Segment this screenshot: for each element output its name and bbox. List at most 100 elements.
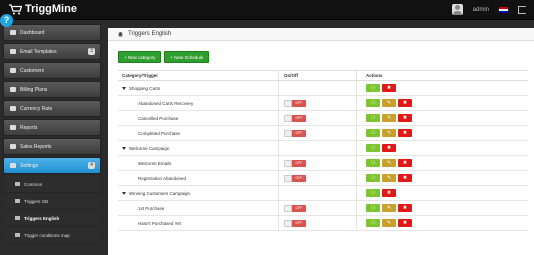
edit-icon[interactable]: ✎: [382, 159, 396, 167]
sidebar-item-reports[interactable]: Reports: [3, 119, 101, 136]
main-panel: Triggers English + New category + New Sc…: [108, 28, 534, 255]
toggle-label: OFF: [292, 129, 306, 137]
delete-icon[interactable]: ✖: [398, 219, 412, 227]
page-header: Triggers English: [108, 28, 534, 41]
add-icon[interactable]: ⚆: [366, 129, 380, 137]
row-label: Winning Customers Campaign: [129, 190, 191, 196]
on-off-toggle[interactable]: OFF: [284, 204, 306, 212]
cart-icon: [9, 3, 23, 15]
grid-icon: [10, 30, 16, 35]
toggle-label: OFF: [292, 114, 306, 122]
sidebar-subitem-label: Trigger conditions map: [24, 232, 70, 238]
category-row: Shopping Carts ⚆ ✖: [118, 81, 528, 96]
delete-icon[interactable]: ✖: [398, 204, 412, 212]
sidebar-item-label: Sales Reports: [20, 143, 52, 150]
app-logo[interactable]: TriggMine: [9, 3, 77, 15]
delete-icon[interactable]: ✖: [398, 159, 412, 167]
trigger-row: 1st Purchase OFF ⚆ ✎ ✖: [118, 201, 528, 216]
new-category-button[interactable]: + New category: [118, 51, 162, 63]
page-title: Triggers English: [128, 31, 172, 37]
delete-icon[interactable]: ✖: [398, 174, 412, 182]
chart-icon: [10, 144, 16, 149]
sidebar-item-billing-plans[interactable]: Billing Plans: [3, 81, 101, 98]
row-label: Welcome Campaign: [129, 145, 170, 151]
sidebar-subitem-label: Common: [24, 181, 43, 187]
caret-down-icon[interactable]: [122, 146, 126, 150]
trigger-row: Registration Abandoned OFF ⚆ ✎ ✖: [118, 171, 528, 186]
caret-down-icon[interactable]: [122, 86, 126, 90]
column-header-actions: Actions: [356, 71, 528, 80]
sidebar-subitem-triggers-gb[interactable]: Triggers GB: [3, 193, 101, 210]
sidebar-subitem-triggers-english[interactable]: Triggers English: [3, 210, 101, 227]
delete-icon[interactable]: ✖: [398, 129, 412, 137]
sidebar-item-dashboard[interactable]: Dashboard: [3, 24, 101, 41]
sidebar-item-label: Email Templates: [20, 48, 57, 55]
sidebar-item-label: Reports: [20, 124, 38, 131]
toggle-label: OFF: [292, 174, 306, 182]
on-off-toggle[interactable]: OFF: [284, 99, 306, 107]
avatar[interactable]: [451, 4, 463, 15]
sidebar-item-currency-rate[interactable]: Currency Rate: [3, 100, 101, 117]
cart-icon: [15, 182, 20, 186]
toggle-label: OFF: [292, 219, 306, 227]
logout-icon[interactable]: [518, 5, 526, 14]
sidebar-item-label: Dashboard: [20, 29, 45, 36]
currency-icon: [10, 106, 16, 111]
add-icon[interactable]: ⚆: [366, 204, 380, 212]
users-icon: [10, 68, 16, 73]
add-icon[interactable]: ⚆: [366, 174, 380, 182]
row-label: Hasn't Purchased Yet: [138, 220, 181, 226]
sidebar-subitem-label: Triggers GB: [24, 198, 49, 204]
envelope-icon: [10, 49, 16, 54]
user-name[interactable]: admin: [473, 7, 489, 13]
sidebar-subitem-common[interactable]: Common: [3, 176, 101, 193]
category-row: Winning Customers Campaign ⚆ ✖: [118, 186, 528, 201]
add-icon[interactable]: ⚆: [366, 159, 380, 167]
edit-icon[interactable]: ✎: [382, 129, 396, 137]
row-label: Completed Purchase: [138, 130, 181, 136]
edit-icon[interactable]: ✎: [382, 114, 396, 122]
sidebar-item-email-templates[interactable]: Email Templates 3: [3, 43, 101, 60]
on-off-toggle[interactable]: OFF: [284, 174, 306, 182]
home-icon: [118, 31, 123, 37]
sidebar-item-customers[interactable]: Customers: [3, 62, 101, 79]
sidebar-item-label: Customers: [20, 67, 45, 74]
delete-icon[interactable]: ✖: [398, 114, 412, 122]
delete-icon[interactable]: ✖: [382, 84, 396, 92]
on-off-toggle[interactable]: OFF: [284, 129, 306, 137]
sidebar-subitem-trigger-conditions-map[interactable]: Trigger conditions map: [3, 227, 101, 244]
column-header-category: Category/Trigger: [122, 73, 159, 78]
cart-icon: [15, 216, 20, 220]
add-icon[interactable]: ⚆: [366, 219, 380, 227]
cart-icon: [15, 199, 20, 203]
language-flag-icon[interactable]: [499, 6, 508, 13]
logo-text: TriggMine: [25, 3, 77, 15]
help-icon[interactable]: ?: [0, 14, 13, 27]
add-icon[interactable]: ⚆: [366, 99, 380, 107]
on-off-toggle[interactable]: OFF: [284, 219, 306, 227]
category-row: Welcome Campaign ⚆ ✖: [118, 141, 528, 156]
add-icon[interactable]: ⚆: [366, 189, 380, 197]
edit-icon[interactable]: ✎: [382, 204, 396, 212]
delete-icon[interactable]: ✖: [398, 99, 412, 107]
table-header: Category/Trigger On/Off Actions: [118, 71, 528, 81]
delete-icon[interactable]: ✖: [382, 189, 396, 197]
caret-down-icon[interactable]: [122, 191, 126, 195]
add-icon[interactable]: ⚆: [366, 114, 380, 122]
delete-icon[interactable]: ✖: [382, 144, 396, 152]
sidebar-subitem-label: Triggers English: [24, 215, 60, 221]
on-off-toggle[interactable]: OFF: [284, 114, 306, 122]
toggle-label: OFF: [292, 159, 306, 167]
sidebar-item-sales-reports[interactable]: Sales Reports: [3, 138, 101, 155]
column-header-onoff: On/Off: [278, 71, 356, 80]
sidebar-item-settings[interactable]: Settings 4: [3, 157, 101, 174]
edit-icon[interactable]: ✎: [382, 174, 396, 182]
trigger-row: Cancelled Purchase OFF ⚆ ✎ ✖: [118, 111, 528, 126]
add-icon[interactable]: ⚆: [366, 144, 380, 152]
on-off-toggle[interactable]: OFF: [284, 159, 306, 167]
add-icon[interactable]: ⚆: [366, 84, 380, 92]
edit-icon[interactable]: ✎: [382, 219, 396, 227]
new-schedule-button[interactable]: + New Schedule: [164, 51, 210, 63]
top-bar: TriggMine admin: [0, 0, 534, 20]
edit-icon[interactable]: ✎: [382, 99, 396, 107]
